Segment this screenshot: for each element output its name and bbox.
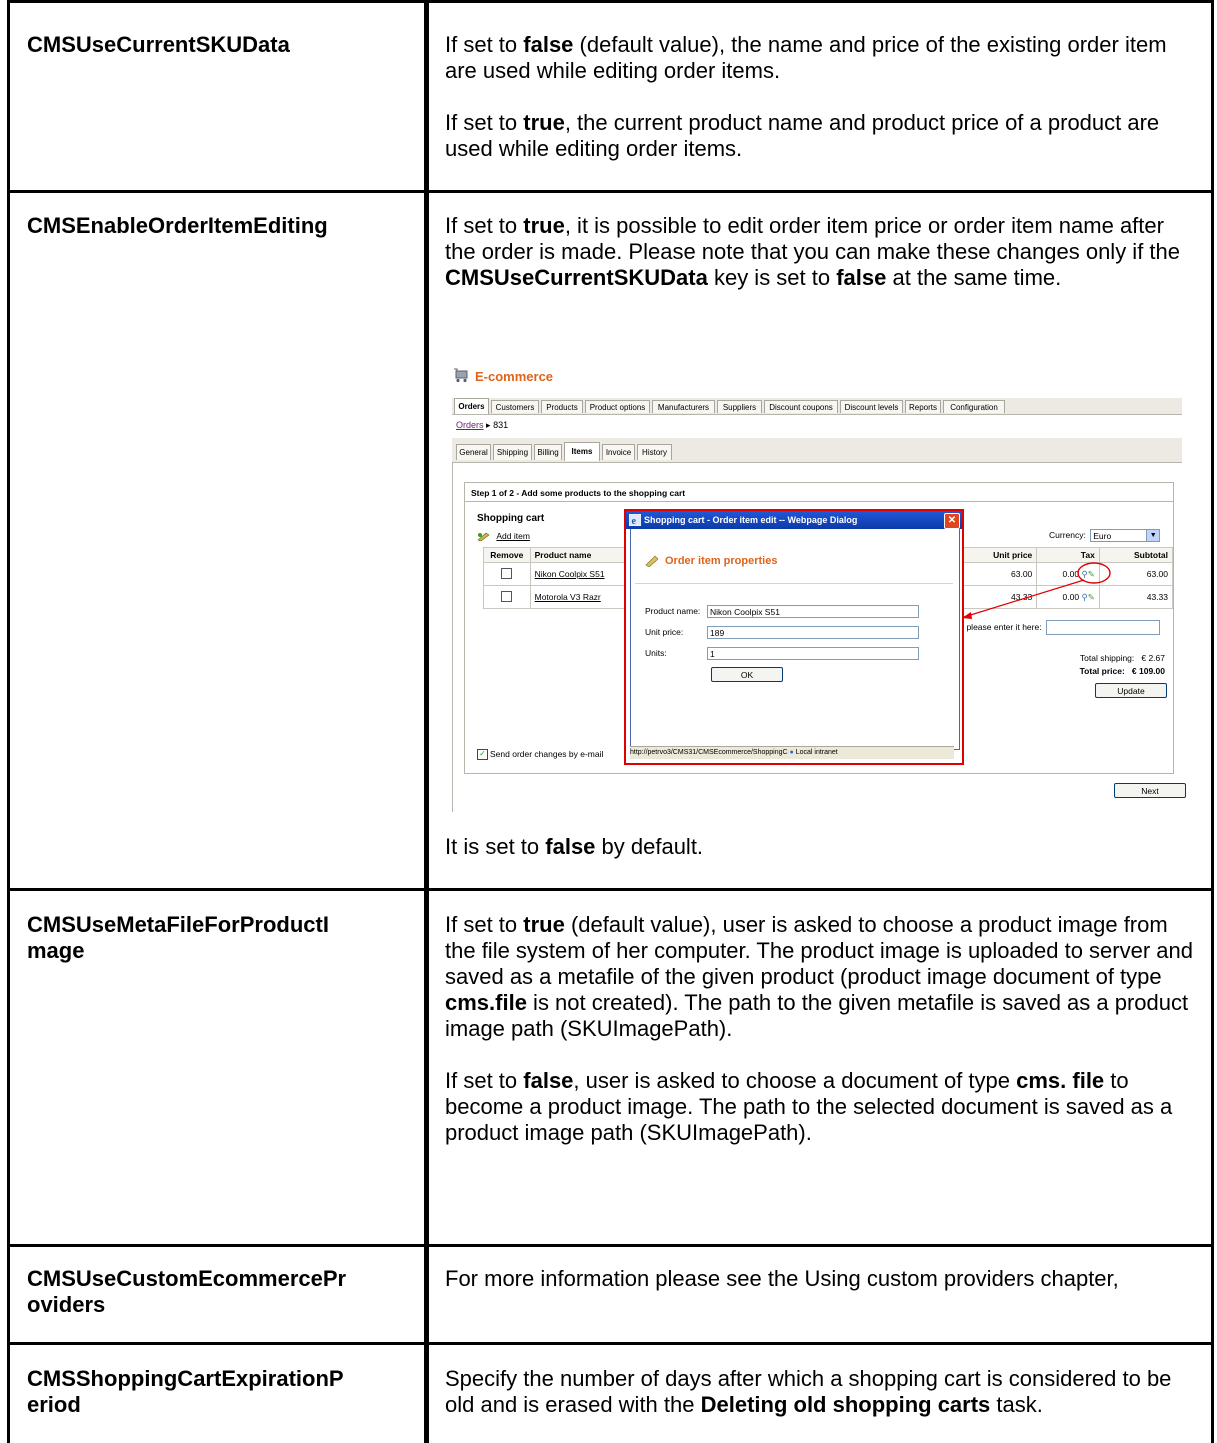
setting-key: CMSShoppingCartExpirationP eriod — [27, 1366, 344, 1417]
setting-key: CMSUseMetaFileForProductI mage — [27, 912, 329, 963]
setting-key: CMSUseCustomEcommercePr oviders — [27, 1266, 347, 1317]
product-name-row: Product name: Nikon Coolpix S51 — [645, 605, 919, 618]
edit-pencil-icon — [645, 555, 659, 568]
product-name-label: Product name: — [645, 605, 701, 616]
units-row: Units: 1 — [645, 647, 919, 660]
table-border-top — [7, 0, 1214, 3]
description-paragraph: If set to true (default value), user is … — [445, 912, 1193, 1041]
row-divider — [7, 888, 1214, 891]
setting-description-footer: It is set to false by default. — [445, 834, 1195, 860]
setting-key: CMSUseCurrentSKUData — [27, 32, 290, 57]
row-divider — [7, 190, 1214, 193]
description-paragraph: Specify the number of days after which a… — [445, 1366, 1172, 1417]
dialog-heading: Order item properties — [645, 555, 777, 568]
unit-price-input[interactable]: 189 — [707, 626, 919, 639]
table-column-divider — [424, 0, 429, 1443]
status-url: http://petrvo3/CMS31/CMSEcommerce/Shoppi… — [630, 749, 788, 756]
setting-description: If set to true (default value), user is … — [445, 912, 1195, 1146]
status-zone: Local intranet — [795, 749, 838, 756]
ie-window-icon: e — [629, 514, 641, 526]
description-paragraph: If set to false (default value), the nam… — [445, 32, 1167, 83]
unit-price-label: Unit price: — [645, 626, 684, 637]
dialog-status-bar: http://petrvo3/CMS31/CMSEcommerce/Shoppi… — [630, 746, 954, 759]
description-paragraph: If set to false, user is asked to choose… — [445, 1068, 1173, 1145]
units-label: Units: — [645, 647, 667, 658]
setting-description: If set to false (default value), the nam… — [445, 32, 1195, 162]
description-paragraph: If set to true, the current product name… — [445, 110, 1160, 161]
row-divider — [7, 1244, 1214, 1247]
dialog-titlebar: e Shopping cart - Order item edit -- Web… — [626, 511, 962, 529]
ecommerce-screenshot: E-commerce Orders Customers Products Pro… — [452, 364, 1192, 812]
unit-price-row: Unit price: 189 — [645, 626, 919, 639]
setting-description: For more information please see the Usin… — [445, 1266, 1195, 1292]
close-icon[interactable]: ✕ — [944, 513, 960, 529]
setting-description: Specify the number of days after which a… — [445, 1366, 1195, 1418]
description-paragraph: For more information please see the Usin… — [445, 1266, 1119, 1291]
dialog-title: Shopping cart - Order item edit -- Webpa… — [644, 515, 858, 525]
table-border-right — [1211, 0, 1214, 1443]
table-border-left — [7, 0, 10, 1443]
units-input[interactable]: 1 — [707, 647, 919, 660]
ok-button[interactable]: OK — [711, 667, 783, 682]
svg-text:e: e — [632, 516, 637, 526]
dialog-body: Order item properties Product name: Nikon… — [630, 529, 960, 750]
product-name-input[interactable]: Nikon Coolpix S51 — [707, 605, 919, 618]
description-paragraph: If set to true, it is possible to edit o… — [445, 213, 1181, 290]
row-divider — [7, 1342, 1214, 1345]
setting-description: If set to true, it is possible to edit o… — [445, 213, 1195, 291]
dialog-divider — [635, 583, 953, 584]
intranet-globe-icon: ● — [789, 749, 794, 756]
order-item-edit-dialog: e Shopping cart - Order item edit -- Web… — [624, 509, 964, 765]
description-paragraph: It is set to false by default. — [445, 834, 704, 859]
setting-key: CMSEnableOrderItemEditing — [27, 213, 328, 238]
